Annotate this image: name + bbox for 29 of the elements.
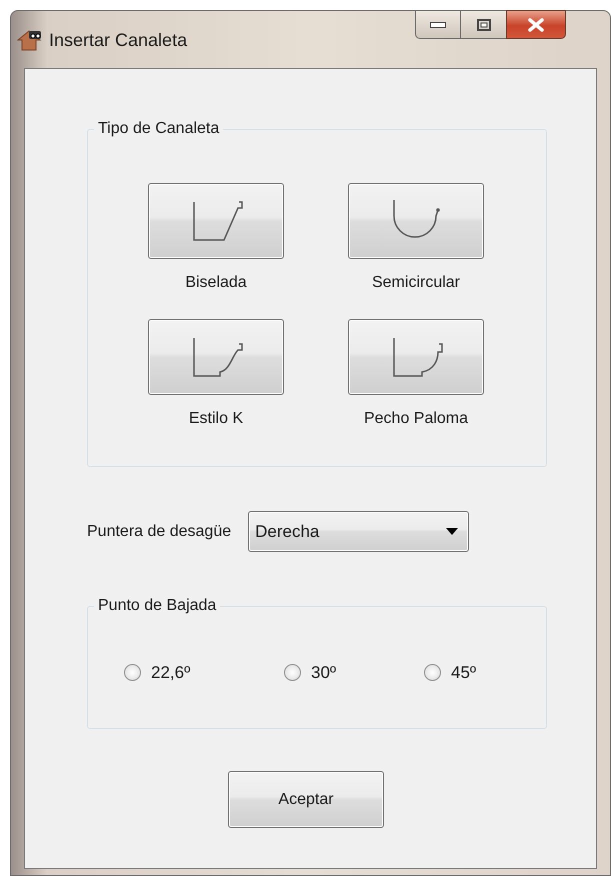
drain-tip-dropdown[interactable]: Derecha	[248, 511, 470, 552]
house-icon	[17, 29, 43, 51]
maximize-icon	[476, 18, 490, 30]
gutter-type-label: Biselada	[185, 273, 247, 293]
maximize-button[interactable]	[461, 10, 506, 39]
dropdown-arrow-icon	[446, 528, 458, 535]
group-title: Punto de Bajada	[97, 596, 218, 616]
radio-button[interactable]	[124, 664, 141, 682]
radio-label: 22,6º	[151, 662, 190, 684]
radio-label: 45º	[451, 662, 476, 684]
gutter-type-button[interactable]	[348, 183, 484, 259]
minimize-icon	[430, 22, 446, 28]
gutter-type-label: Estilo K	[188, 409, 244, 429]
window-title: Insertar Canaleta	[49, 31, 188, 49]
close-button[interactable]	[506, 10, 566, 39]
drain-tip-label: Puntera de desagüe	[87, 522, 232, 542]
gutter-type-button[interactable]	[348, 319, 484, 395]
group-title: Tipo de Canaleta	[97, 119, 220, 139]
close-icon	[527, 18, 545, 32]
accept-button[interactable]: Aceptar	[228, 771, 384, 828]
radio-label: 30º	[311, 662, 336, 684]
gutter-type-button[interactable]	[148, 319, 284, 395]
radio-button[interactable]	[424, 664, 441, 682]
dropdown-value: Derecha	[255, 520, 320, 543]
gutter-type-label: Pecho Paloma	[364, 409, 468, 429]
radio-button[interactable]	[284, 664, 301, 682]
minimize-button[interactable]	[415, 10, 461, 39]
gutter-type-button[interactable]	[148, 183, 284, 259]
gutter-type-label: Semicircular	[372, 273, 460, 293]
